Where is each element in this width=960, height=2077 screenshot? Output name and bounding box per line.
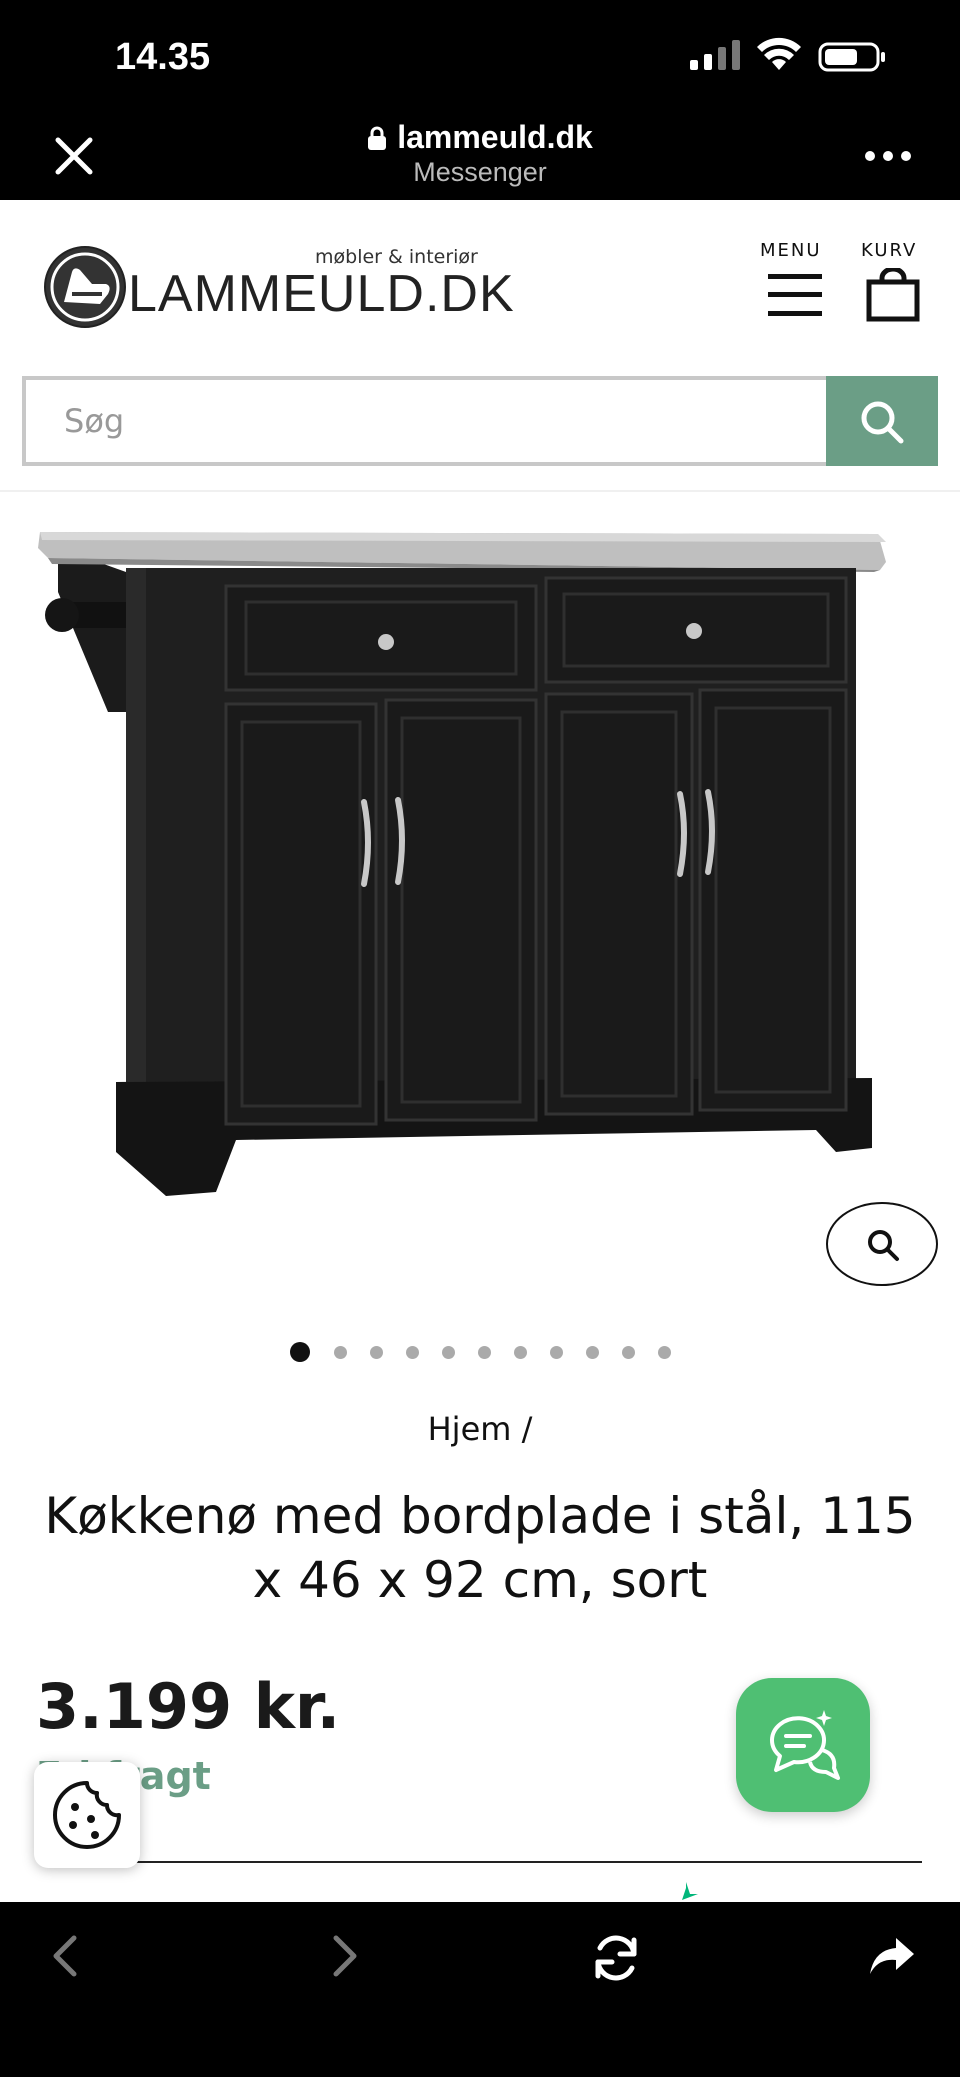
carousel-dot[interactable] — [478, 1346, 491, 1359]
carousel-dot[interactable] — [550, 1346, 563, 1359]
carousel-dot[interactable] — [622, 1346, 635, 1359]
status-time: 14.35 — [115, 36, 211, 78]
zoom-button[interactable] — [826, 1202, 938, 1286]
lock-icon — [368, 126, 387, 150]
carousel-dot[interactable] — [370, 1346, 383, 1359]
search-input[interactable]: Søg — [22, 376, 826, 466]
logo-icon[interactable] — [42, 244, 128, 330]
carousel-dot[interactable] — [514, 1346, 527, 1359]
header-divider — [0, 490, 960, 492]
product-image[interactable] — [36, 512, 896, 1212]
carousel-dot[interactable] — [406, 1346, 419, 1359]
cellular-signal-icon — [690, 40, 740, 70]
shopping-bag-icon[interactable] — [866, 268, 920, 322]
more-icon[interactable] — [862, 148, 914, 164]
address-bar[interactable]: lammeuld.dk Messenger — [0, 118, 960, 188]
search-button[interactable] — [826, 376, 938, 466]
carousel-dot[interactable] — [334, 1346, 347, 1359]
carousel-dot[interactable] — [658, 1346, 671, 1359]
chat-button[interactable] — [736, 1678, 870, 1812]
wifi-icon — [757, 37, 801, 70]
carousel-dot-active[interactable] — [290, 1342, 310, 1362]
share-icon[interactable] — [868, 1932, 916, 1980]
carousel-dot[interactable] — [442, 1346, 455, 1359]
cookie-settings-button[interactable] — [34, 1762, 140, 1868]
battery-icon — [818, 42, 885, 72]
back-icon[interactable] — [50, 1932, 80, 1980]
hamburger-menu-icon[interactable] — [768, 274, 822, 316]
browser-toolbar — [0, 1902, 960, 2077]
trustpilot-star-icon — [682, 1882, 698, 1900]
menu-label[interactable]: MENU — [760, 240, 822, 261]
breadcrumb[interactable]: Hjem / — [0, 1410, 960, 1448]
carousel-dot[interactable] — [586, 1346, 599, 1359]
cart-label[interactable]: KURV — [861, 240, 917, 261]
product-title: Køkkenø med bordplade i stål, 115 x 46 x… — [44, 1487, 916, 1609]
url-subtitle: Messenger — [413, 157, 547, 187]
section-divider — [130, 1861, 922, 1863]
status-bar: 14.35 — [0, 0, 960, 118]
url-text: lammeuld.dk — [397, 119, 593, 155]
chat-icon — [769, 1710, 840, 1780]
reload-icon[interactable] — [590, 1932, 642, 1984]
cookie-icon — [53, 1781, 121, 1849]
search-icon — [861, 401, 904, 444]
forward-icon[interactable] — [330, 1932, 360, 1980]
browser-bar: lammeuld.dk Messenger — [0, 118, 960, 200]
logo-text[interactable]: LAMMEULD.DK — [128, 264, 515, 324]
product-price: 3.199 kr. — [36, 1670, 341, 1743]
zoom-icon — [868, 1230, 899, 1261]
